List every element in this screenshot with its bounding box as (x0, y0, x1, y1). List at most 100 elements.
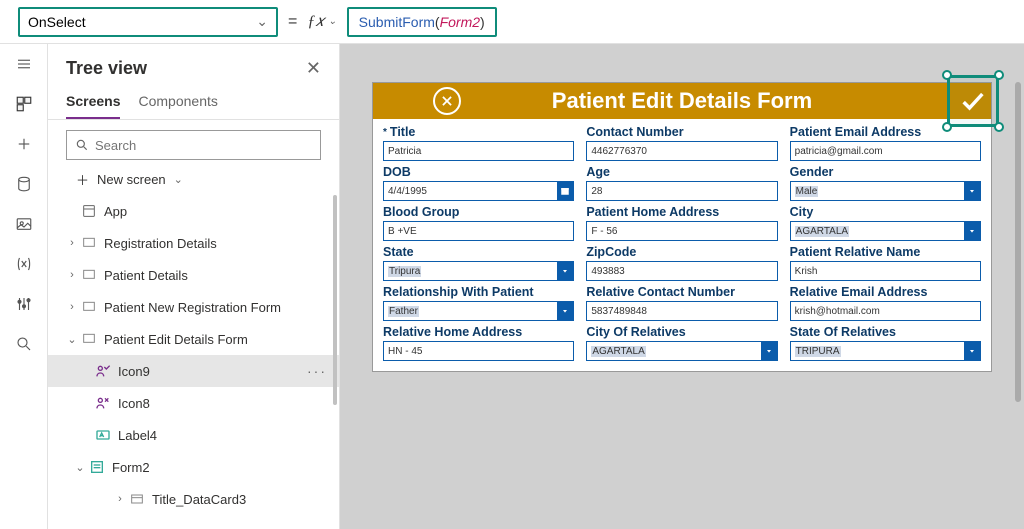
tree-item-label4[interactable]: Label4 (48, 419, 339, 451)
chevron-down-icon[interactable] (964, 182, 980, 200)
relemail-input[interactable]: krish@hotmail.com (790, 301, 981, 321)
plus-icon: ＋ (76, 170, 89, 189)
formula-arg: Form2 (440, 14, 480, 30)
hamburger-icon[interactable] (12, 52, 36, 76)
relcity-select[interactable]: AGARTALA (586, 341, 777, 361)
chevron-down-icon[interactable] (964, 342, 980, 360)
chevron-down-icon: ⌄ (174, 173, 183, 186)
new-screen-button[interactable]: ＋ New screen ⌄ (48, 170, 339, 195)
advanced-icon[interactable] (12, 292, 36, 316)
submit-button-selection (947, 75, 999, 127)
title-input[interactable]: Patricia (383, 141, 574, 161)
tree-view-icon[interactable] (12, 92, 36, 116)
email-input[interactable]: patricia@gmail.com (790, 141, 981, 161)
field-gender: Gender Male (790, 165, 981, 201)
selection-handle[interactable] (994, 122, 1004, 132)
field-relcontact: Relative Contact Number 5837489848 (586, 285, 777, 321)
age-input[interactable]: 28 (586, 181, 777, 201)
screen-icon (80, 234, 98, 252)
field-relname: Patient Relative Name Krish (790, 245, 981, 281)
chevron-down-icon[interactable] (761, 342, 777, 360)
tree-item-edit-form[interactable]: ⌄ Patient Edit Details Form (48, 323, 339, 355)
expand-icon[interactable]: › (112, 493, 128, 505)
selection-handle[interactable] (994, 70, 1004, 80)
scrollbar[interactable] (333, 195, 337, 405)
field-relhome: Relative Home Address HN - 45 (383, 325, 574, 361)
field-email: Patient Email Address patricia@gmail.com (790, 125, 981, 161)
selection-handle[interactable] (942, 122, 952, 132)
field-title: *Title Patricia (383, 125, 574, 161)
state-select[interactable]: Tripura (383, 261, 574, 281)
equals-sign: = (288, 13, 297, 31)
tab-components[interactable]: Components (138, 93, 217, 119)
chevron-down-icon: ⌄ (256, 13, 268, 30)
relation-select[interactable]: Father (383, 301, 574, 321)
submit-button[interactable] (947, 75, 999, 127)
tree-item-icon8[interactable]: Icon8 (48, 387, 339, 419)
relname-input[interactable]: Krish (790, 261, 981, 281)
field-age: Age 28 (586, 165, 777, 201)
screen-icon (80, 330, 98, 348)
field-homeaddr: Patient Home Address F - 56 (586, 205, 777, 241)
fx-label[interactable]: ƒ𝑥⌄ (307, 13, 336, 31)
calendar-icon[interactable] (557, 182, 573, 200)
cancel-button[interactable] (433, 87, 461, 115)
relstate-select[interactable]: TRIPURA (790, 341, 981, 361)
canvas[interactable]: Patient Edit Details Form *Title Patrici… (340, 44, 1024, 529)
media-icon[interactable] (12, 212, 36, 236)
property-name: OnSelect (28, 14, 86, 30)
field-contact: Contact Number 4462776370 (586, 125, 777, 161)
gender-select[interactable]: Male (790, 181, 981, 201)
collapse-icon[interactable]: ⌄ (64, 333, 80, 346)
search-icon (75, 138, 89, 152)
chevron-down-icon[interactable] (557, 302, 573, 320)
screen-icon (80, 266, 98, 284)
blood-input[interactable]: B +VE (383, 221, 574, 241)
search-input[interactable] (66, 130, 321, 160)
expand-icon[interactable]: › (64, 237, 80, 249)
expand-icon[interactable]: › (64, 269, 80, 281)
chevron-down-icon[interactable] (964, 222, 980, 240)
left-rail (0, 44, 48, 529)
tree-item-app[interactable]: App (48, 195, 339, 227)
formula-function: SubmitForm (359, 14, 435, 30)
check-icon (959, 87, 987, 115)
search-icon[interactable] (12, 332, 36, 356)
tree-item-new-registration[interactable]: › Patient New Registration Form (48, 291, 339, 323)
tree-item-form2[interactable]: ⌄ Form2 (48, 451, 339, 483)
contact-input[interactable]: 4462776370 (586, 141, 777, 161)
form-icon (88, 458, 106, 476)
field-city: City AGARTALA (790, 205, 981, 241)
field-relation: Relationship With Patient Father (383, 285, 574, 321)
form-header: Patient Edit Details Form (373, 83, 991, 119)
chevron-down-icon[interactable] (557, 262, 573, 280)
zip-input[interactable]: 493883 (586, 261, 777, 281)
expand-icon[interactable]: › (64, 301, 80, 313)
data-icon[interactable] (12, 172, 36, 196)
dob-input[interactable]: 4/4/1995 (383, 181, 574, 201)
relcontact-input[interactable]: 5837489848 (586, 301, 777, 321)
relhome-input[interactable]: HN - 45 (383, 341, 574, 361)
city-select[interactable]: AGARTALA (790, 221, 981, 241)
patient-edit-form: Patient Edit Details Form *Title Patrici… (372, 82, 992, 372)
label-icon (94, 426, 112, 444)
plus-icon[interactable] (12, 132, 36, 156)
collapse-icon[interactable]: ⌄ (72, 461, 88, 474)
tree-item-patient-details[interactable]: › Patient Details (48, 259, 339, 291)
more-icon[interactable]: ··· (307, 363, 331, 379)
tab-screens[interactable]: Screens (66, 93, 120, 119)
tree-item-datacard3[interactable]: › Title_DataCard3 (48, 483, 339, 515)
canvas-scrollbar[interactable] (1015, 82, 1021, 402)
formula-bar: OnSelect ⌄ = ƒ𝑥⌄ SubmitForm(Form2) (0, 0, 1024, 44)
variables-icon[interactable] (12, 252, 36, 276)
tree-item-registration[interactable]: › Registration Details (48, 227, 339, 259)
search-field[interactable] (95, 138, 312, 153)
homeaddr-input[interactable]: F - 56 (586, 221, 777, 241)
required-icon: * (383, 127, 387, 138)
property-dropdown[interactable]: OnSelect ⌄ (18, 7, 278, 37)
tree-item-icon9[interactable]: Icon9 ··· (48, 355, 339, 387)
selection-handle[interactable] (942, 70, 952, 80)
formula-input[interactable]: SubmitForm(Form2) (347, 7, 497, 37)
check-icon (94, 362, 112, 380)
close-icon[interactable]: ✕ (306, 58, 321, 79)
